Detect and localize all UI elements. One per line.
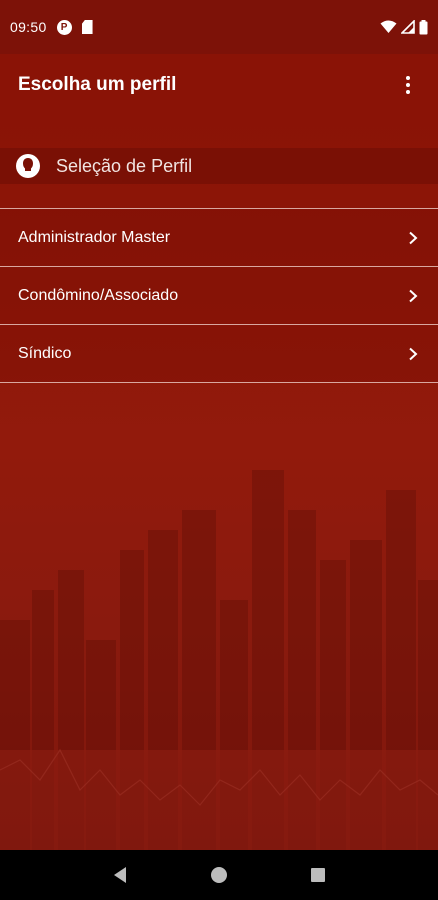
main-content: Seleção de Perfil Administrador Master C… <box>0 116 438 850</box>
status-right <box>380 19 428 35</box>
status-time: 09:50 <box>10 19 47 35</box>
profile-item-condomino-associado[interactable]: Condômino/Associado <box>0 267 438 325</box>
chevron-right-icon <box>409 289 418 302</box>
sd-card-icon <box>81 20 93 34</box>
section-header: Seleção de Perfil <box>0 148 438 184</box>
back-icon[interactable] <box>100 855 140 895</box>
more-vert-icon[interactable] <box>396 70 420 100</box>
status-bar: 09:50 P <box>0 0 438 54</box>
profile-list: Administrador Master Condômino/Associado… <box>0 208 438 383</box>
signal-icon <box>401 20 415 34</box>
home-icon[interactable] <box>199 855 239 895</box>
battery-icon <box>419 19 428 34</box>
system-nav-bar <box>0 850 438 900</box>
profile-item-administrador-master[interactable]: Administrador Master <box>0 209 438 267</box>
profile-label: Síndico <box>18 344 72 362</box>
notification-circle-icon: P <box>56 19 72 35</box>
chevron-right-icon <box>409 231 418 244</box>
profile-label: Administrador Master <box>18 228 171 246</box>
wifi-icon <box>380 20 397 33</box>
recents-icon[interactable] <box>298 855 338 895</box>
profile-label: Condômino/Associado <box>18 286 179 304</box>
profile-item-sindico[interactable]: Síndico <box>0 325 438 383</box>
chevron-right-icon <box>409 347 418 360</box>
city-skyline-background <box>0 470 438 850</box>
profile-icon <box>16 154 40 178</box>
app-bar: Escolha um perfil <box>0 54 438 116</box>
status-left: 09:50 P <box>10 19 93 35</box>
page-title: Escolha um perfil <box>18 74 177 95</box>
section-title: Seleção de Perfil <box>56 155 193 176</box>
